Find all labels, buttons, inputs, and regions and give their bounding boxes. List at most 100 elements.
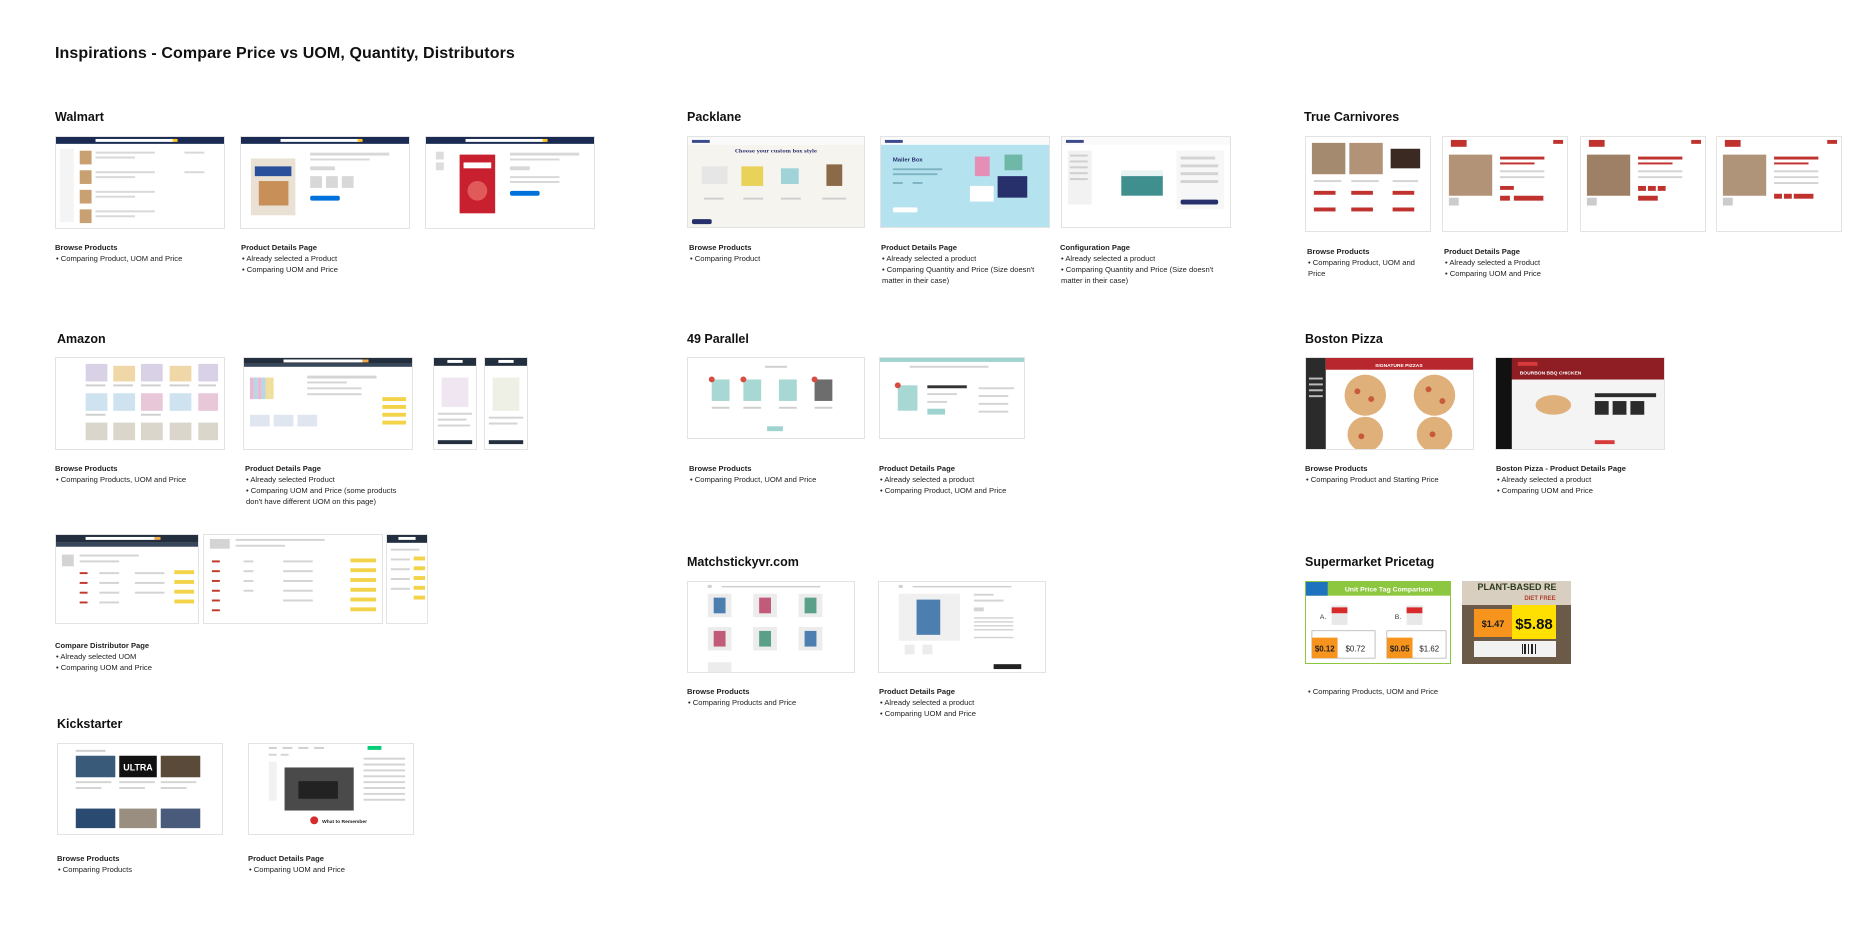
packlane-browse-screenshot: Choose your custom box style xyxy=(687,136,865,228)
caption-sm: • Comparing Products, UOM and Price xyxy=(1307,686,1438,697)
amazon-compare-mobile xyxy=(386,534,428,624)
caption-title: Product Details Page xyxy=(1444,247,1520,256)
caption-bullet: matter in their case) xyxy=(882,276,950,285)
caption-title: Product Details Page xyxy=(881,243,957,252)
caption-title: Boston Pizza - Product Details Page xyxy=(1496,464,1626,473)
bp-pdp-screenshot: BOURBON BBQ CHICKEN xyxy=(1495,357,1665,450)
caption-bullet: • Already selected a product xyxy=(880,698,975,707)
caption-bullet: • Already selected Product xyxy=(246,475,335,484)
caption-bullet: matter in their case) xyxy=(1061,276,1129,285)
caption-bullet: • Comparing Products, UOM and Price xyxy=(1308,687,1439,696)
caption-bullet: • Comparing UOM and Price xyxy=(56,663,152,672)
bp-bbq-title: BOURBON BBQ CHICKEN xyxy=(1520,371,1582,377)
walmart-pdp-screenshot-1 xyxy=(240,136,410,229)
caption-bullet: • Comparing UOM and Price xyxy=(249,865,345,874)
packlane-config-screenshot xyxy=(1061,136,1231,228)
caption-title: Product Details Page xyxy=(248,854,324,863)
p49-browse-screenshot xyxy=(687,357,865,439)
caption-packlane-pdp: Product Details Page • Already selected … xyxy=(881,242,1034,286)
caption-p49-browse: Browse Products • Comparing Product, UOM… xyxy=(689,463,816,485)
sm-unit-price-tag: Unit Price Tag Comparison A. B. $0.12 $0… xyxy=(1305,581,1451,664)
caption-bullet: • Already selected a product xyxy=(882,254,977,263)
caption-title: Browse Products xyxy=(689,464,752,473)
caption-bullet: • Already selected a product xyxy=(880,475,975,484)
caption-bullet: • Already selected a Product xyxy=(1445,258,1541,267)
ms-browse-screenshot xyxy=(687,581,855,673)
tc-browse-screenshot xyxy=(1305,136,1431,232)
ks-what-to-remember: What to Remember xyxy=(322,819,367,825)
amazon-mobile-screenshot-1 xyxy=(433,357,477,450)
section-boston-pizza: Boston Pizza xyxy=(1305,332,1383,346)
caption-bullet: • Comparing UOM and Price xyxy=(880,709,976,718)
caption-amazon-pdp: Product Details Page • Already selected … xyxy=(245,463,396,507)
ms-pdp-screenshot xyxy=(878,581,1046,673)
tag-photo-price: $5.88 xyxy=(1515,616,1553,633)
section-49-parallel: 49 Parallel xyxy=(687,332,749,346)
ks-browse-screenshot: ULTRA xyxy=(57,743,223,835)
tag-total-a: $0.72 xyxy=(1345,644,1365,653)
caption-bullet: • Already selected UOM xyxy=(56,652,137,661)
caption-bullet: Price xyxy=(1308,269,1326,278)
caption-packlane-browse: Browse Products • Comparing Product xyxy=(689,242,760,264)
caption-bullet: • Comparing UOM and Price xyxy=(242,265,338,274)
caption-title: Product Details Page xyxy=(245,464,321,473)
tc-pdp-screenshot-3 xyxy=(1716,136,1842,232)
caption-bullet: • Comparing UOM and Price (some products xyxy=(246,486,397,495)
caption-bp-browse: Browse Products • Comparing Product and … xyxy=(1305,463,1439,485)
tag-total-b: $1.62 xyxy=(1419,644,1439,653)
amazon-compare-screenshot-1 xyxy=(55,534,199,624)
walmart-browse-screenshot xyxy=(55,136,225,229)
caption-bullet: • Comparing UOM and Price xyxy=(1497,486,1593,495)
section-true-carnivores: True Carnivores xyxy=(1304,110,1400,124)
tc-pdp-screenshot-1 xyxy=(1442,136,1568,232)
caption-bullet: • Comparing Quantity and Price (Size doe… xyxy=(882,265,1035,274)
caption-title: Compare Distributor Page xyxy=(55,641,150,650)
packlane-mailer-title: Mailer Box xyxy=(893,157,924,163)
caption-bullet: • Comparing Product, UOM and Price xyxy=(56,254,183,263)
caption-bullet: • Comparing Product, UOM and Price xyxy=(880,486,1007,495)
bp-browse-screenshot: SIGNATURE PIZZAS xyxy=(1305,357,1474,450)
section-walmart: Walmart xyxy=(55,110,104,124)
caption-walmart-browse: Browse Products • Comparing Product, UOM… xyxy=(55,242,182,264)
caption-title: Configuration Page xyxy=(1060,243,1131,252)
svg-text:A.: A. xyxy=(1320,614,1327,621)
caption-bullet: • Comparing Products xyxy=(58,865,132,874)
caption-title: Browse Products xyxy=(1305,464,1368,473)
tag-photo-headline: PLANT-BASED RE xyxy=(1477,582,1556,592)
caption-bullet: • Comparing Product, UOM and xyxy=(1308,258,1415,267)
tag-photo-small-price: $1.47 xyxy=(1482,619,1505,629)
caption-bullet: • Comparing Product, UOM and Price xyxy=(690,475,817,484)
section-amazon: Amazon xyxy=(57,332,106,346)
caption-p49-pdp: Product Details Page • Already selected … xyxy=(879,463,1006,496)
amazon-mobile-screenshot-2 xyxy=(484,357,528,450)
caption-bullet: • Comparing Product xyxy=(690,254,761,263)
walmart-pdp-screenshot-2 xyxy=(425,136,595,229)
section-supermarket-pricetag: Supermarket Pricetag xyxy=(1305,555,1435,569)
caption-title: Browse Products xyxy=(689,243,752,252)
caption-bullet: • Comparing Products and Price xyxy=(688,698,797,707)
tag-price-a: $0.12 xyxy=(1315,644,1335,653)
caption-title: Browse Products xyxy=(55,243,118,252)
svg-text:B.: B. xyxy=(1395,614,1402,621)
caption-ks-pdp: Product Details Page • Comparing UOM and… xyxy=(248,853,345,875)
caption-amazon-browse: Browse Products • Comparing Products, UO… xyxy=(55,463,186,485)
caption-ks-browse: Browse Products • Comparing Products xyxy=(57,853,132,875)
section-kickstarter: Kickstarter xyxy=(57,717,123,731)
caption-amazon-compare: Compare Distributor Page • Already selec… xyxy=(55,640,152,673)
caption-bullet: • Comparing Products, UOM and Price xyxy=(56,475,187,484)
caption-title: Product Details Page xyxy=(879,687,955,696)
bp-pizza-header: SIGNATURE PIZZAS xyxy=(1375,363,1423,369)
caption-tc-browse: Browse Products • Comparing Product, UOM… xyxy=(1307,246,1437,279)
sm-shelf-photo: PLANT-BASED RE DIET FREE $1.47 $5.88 xyxy=(1462,581,1571,664)
ks-pdp-screenshot: What to Remember xyxy=(248,743,414,835)
caption-bullet: don't have different UOM on this page) xyxy=(246,497,377,506)
caption-bullet: • Already selected a Product xyxy=(242,254,338,263)
caption-bullet: • Comparing Quantity and Price (Size doe… xyxy=(1061,265,1214,274)
caption-title: Browse Products xyxy=(1307,247,1370,256)
caption-ms-pdp: Product Details Page • Already selected … xyxy=(879,686,976,719)
caption-ms-browse: Browse Products • Comparing Products and… xyxy=(687,686,796,708)
packlane-pdp-screenshot: Mailer Box xyxy=(880,136,1050,228)
tag-banner: Unit Price Tag Comparison xyxy=(1345,587,1433,594)
caption-title: Browse Products xyxy=(55,464,118,473)
caption-bullet: • Comparing Product and Starting Price xyxy=(1306,475,1439,484)
